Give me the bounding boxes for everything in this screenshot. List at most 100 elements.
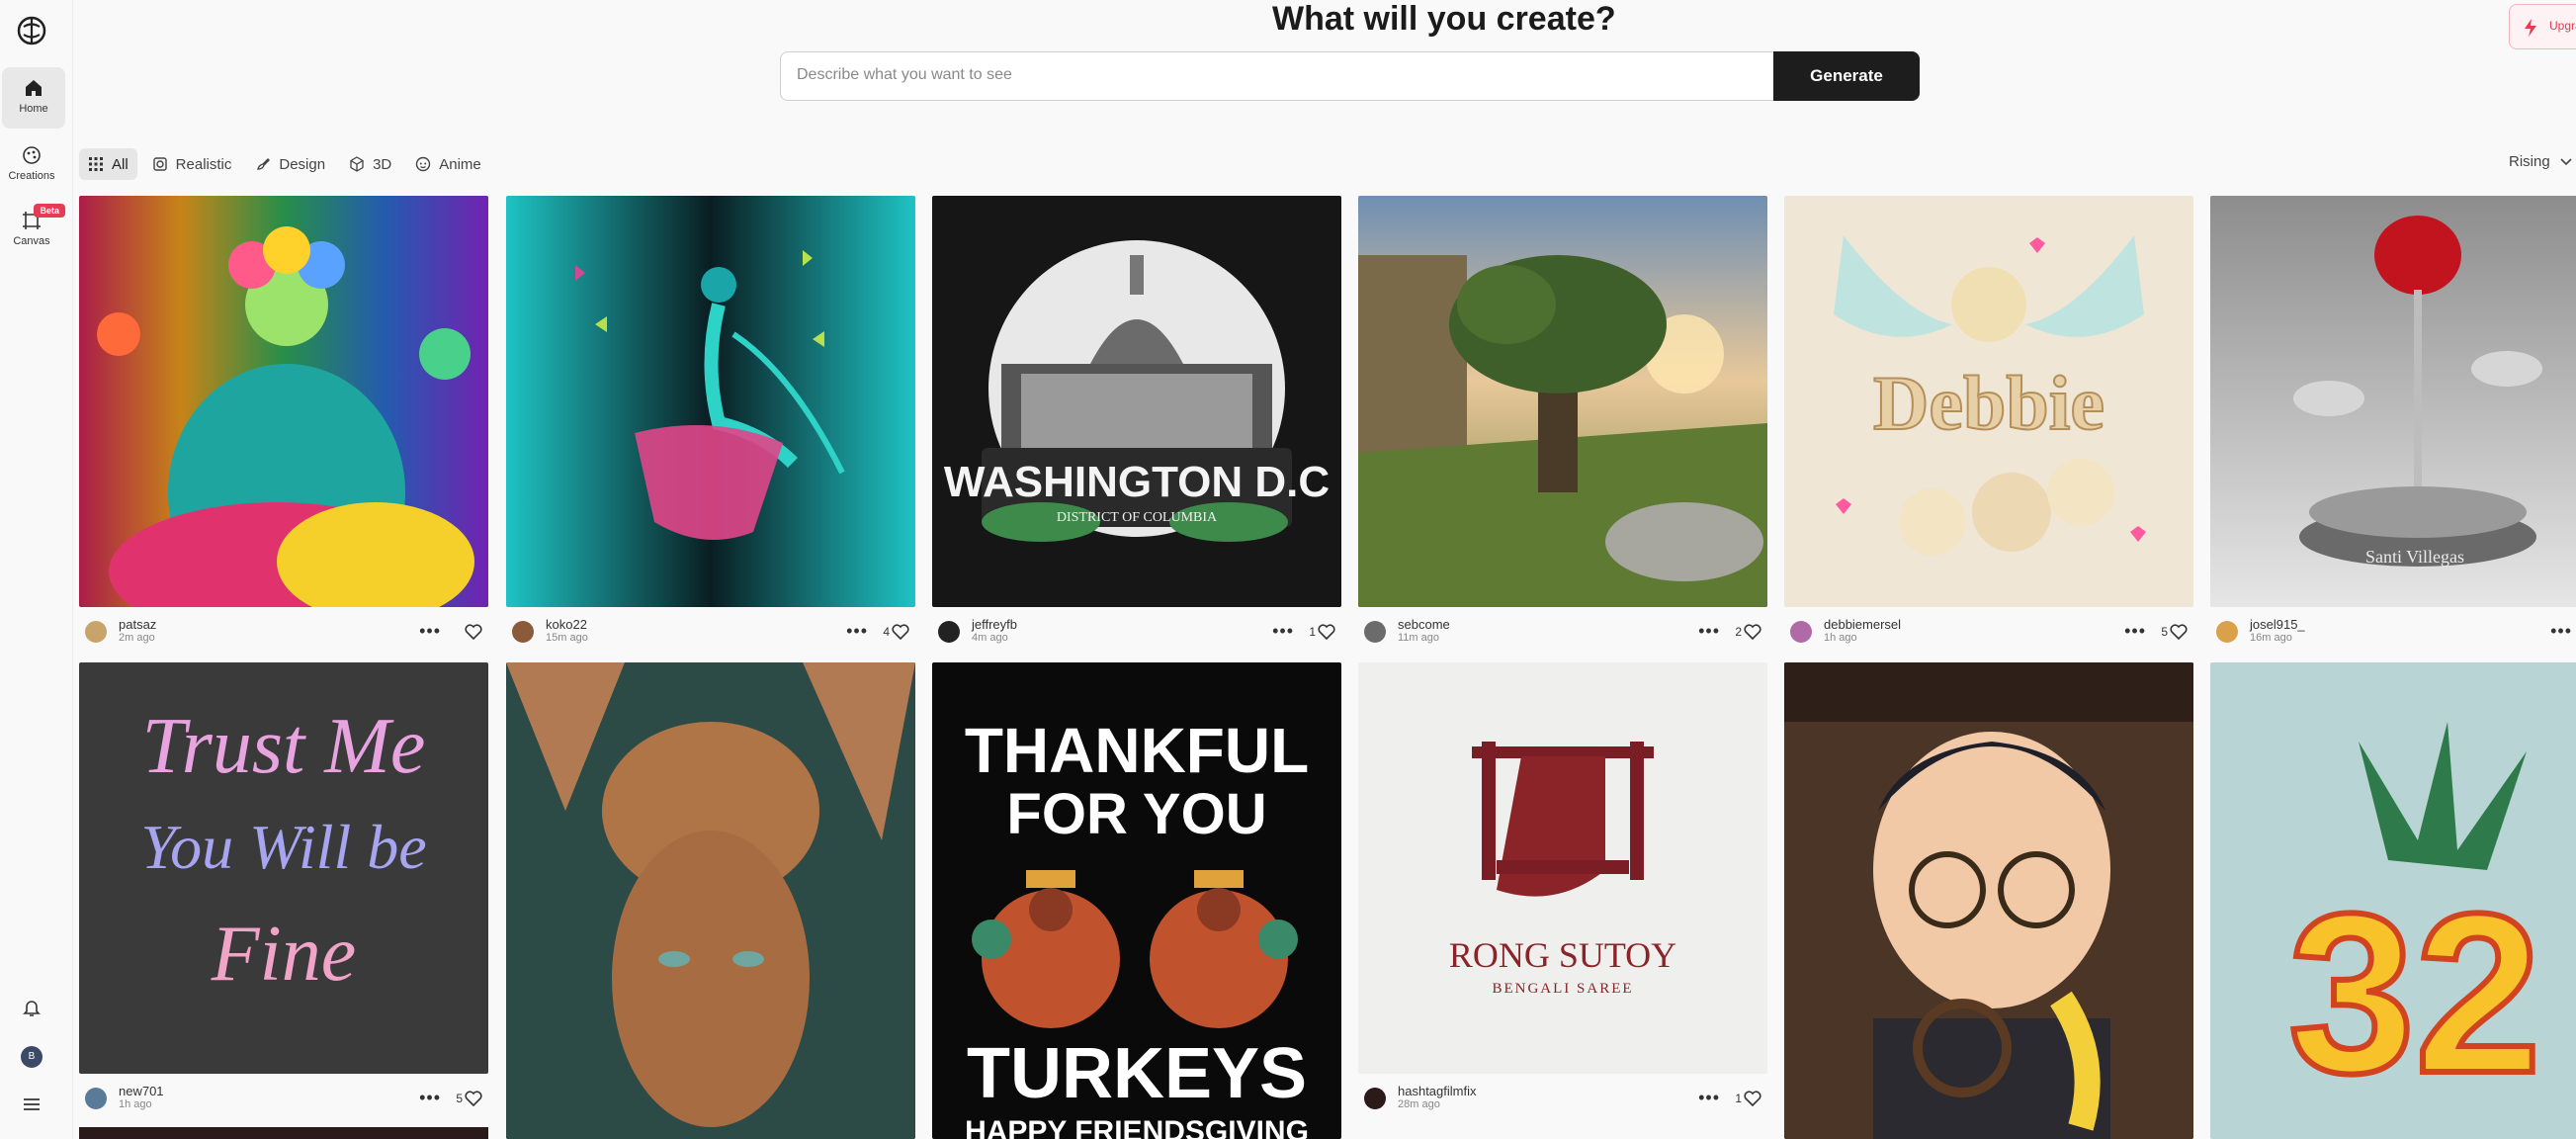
washington-title-text: WASHINGTON D.C bbox=[943, 458, 1331, 506]
heart-icon[interactable] bbox=[892, 624, 909, 640]
like-count: 5 bbox=[456, 1092, 463, 1105]
more-options-icon[interactable]: ••• bbox=[1698, 621, 1720, 642]
image-copper-bust[interactable] bbox=[506, 662, 915, 1139]
more-options-icon[interactable]: ••• bbox=[419, 621, 441, 642]
filter-chip-label: Anime bbox=[439, 155, 481, 173]
heart-icon[interactable] bbox=[1318, 624, 1335, 640]
debbie-text: Debbie bbox=[1872, 359, 2105, 447]
card-meta: hashtagfilmfix 28m ago ••• 1 bbox=[1358, 1084, 1767, 1113]
heart-icon[interactable] bbox=[1744, 1091, 1761, 1106]
image-washington-dc[interactable]: WASHINGTON D.C DISTRICT OF COLUMBIA bbox=[932, 196, 1341, 607]
brand-logo-icon[interactable] bbox=[15, 14, 48, 47]
heart-icon[interactable] bbox=[465, 624, 482, 640]
sidebar-item-home[interactable]: Home bbox=[2, 67, 65, 129]
like-count: 2 bbox=[1735, 625, 1742, 639]
thankful-line-1: THANKFUL bbox=[964, 715, 1310, 786]
menu-icon[interactable] bbox=[0, 1094, 63, 1120]
prompt-input[interactable] bbox=[797, 66, 1785, 84]
username-link[interactable]: jeffreyfb bbox=[972, 617, 1017, 632]
washington-subtitle-text: DISTRICT OF COLUMBIA bbox=[1056, 510, 1218, 525]
page-title: What will you create? bbox=[1272, 0, 1616, 38]
filter-chip-3d[interactable]: 3D bbox=[340, 148, 400, 180]
upgrade-button[interactable]: Upgrade bbox=[2509, 4, 2576, 49]
avatar[interactable] bbox=[938, 621, 960, 643]
sidebar-item-label: Home bbox=[19, 103, 48, 115]
rose-base-text: Santi Villegas bbox=[2364, 547, 2465, 567]
image-3d-detective[interactable] bbox=[1784, 662, 2193, 1139]
sort-dropdown[interactable]: Rising bbox=[2509, 153, 2572, 170]
trust-line-1: Trust Me bbox=[141, 703, 426, 790]
trust-line-2: You Will be bbox=[140, 812, 427, 882]
like-count: 1 bbox=[1309, 625, 1316, 639]
avatar[interactable] bbox=[1790, 621, 1812, 643]
image-trust-me-lettering[interactable]: Trust Me You Will be Fine bbox=[79, 662, 488, 1074]
timestamp: 1h ago bbox=[1824, 632, 1857, 644]
photo-icon bbox=[152, 157, 167, 171]
thankful-line-2: FOR YOU bbox=[1006, 782, 1267, 846]
more-options-icon[interactable]: ••• bbox=[1698, 1088, 1720, 1108]
avatar[interactable] bbox=[2216, 621, 2238, 643]
image-landscape-tree[interactable] bbox=[1358, 196, 1767, 607]
timestamp: 15m ago bbox=[546, 632, 588, 644]
chevron-down-icon bbox=[2560, 157, 2572, 165]
more-options-icon[interactable]: ••• bbox=[846, 621, 868, 642]
avatar[interactable] bbox=[512, 621, 534, 643]
avatar[interactable] bbox=[85, 1088, 107, 1109]
username-link[interactable]: koko22 bbox=[546, 617, 587, 632]
timestamp: 2m ago bbox=[119, 632, 155, 644]
filter-chip-anime[interactable]: Anime bbox=[406, 148, 490, 180]
trust-line-3: Fine bbox=[211, 911, 357, 998]
timestamp: 11m ago bbox=[1398, 632, 1439, 644]
rong-subtitle-text: BENGALI SAREE bbox=[1492, 981, 1634, 997]
filter-chip-label: Realistic bbox=[175, 155, 232, 173]
avatar[interactable] bbox=[1364, 621, 1386, 643]
filter-chip-all[interactable]: All bbox=[79, 148, 137, 180]
user-avatar[interactable]: B bbox=[0, 1046, 63, 1068]
heart-icon[interactable] bbox=[465, 1091, 482, 1106]
like-count: 1 bbox=[1735, 1092, 1742, 1105]
more-options-icon[interactable]: ••• bbox=[2124, 621, 2146, 642]
username-link[interactable]: josel915_ bbox=[2250, 617, 2305, 632]
image-rong-sutoy-logo[interactable]: RONG SUTOY BENGALI SAREE bbox=[1358, 662, 1767, 1074]
image-debbie-roses[interactable]: Debbie bbox=[1784, 196, 2193, 607]
avatar[interactable] bbox=[85, 621, 107, 643]
username-link[interactable]: new701 bbox=[119, 1084, 164, 1098]
card-meta: patsaz 2m ago ••• bbox=[79, 617, 488, 647]
home-icon bbox=[26, 80, 42, 96]
image-colorful-bride[interactable] bbox=[79, 196, 488, 607]
grid-icon bbox=[89, 157, 103, 171]
avatar[interactable] bbox=[1364, 1088, 1386, 1109]
style-filter-bar: All Realistic Design 3D Anime bbox=[79, 148, 490, 180]
filter-chip-realistic[interactable]: Realistic bbox=[143, 148, 241, 180]
card-meta: jeffreyfb 4m ago ••• 1 bbox=[932, 617, 1341, 647]
username-link[interactable]: sebcome bbox=[1398, 617, 1450, 632]
page-title-row: What will you create? bbox=[73, 0, 2576, 40]
notifications-bell-icon[interactable] bbox=[0, 997, 63, 1023]
username-link[interactable]: patsaz bbox=[119, 617, 156, 632]
heart-icon[interactable] bbox=[1744, 624, 1761, 640]
beta-badge: Beta bbox=[34, 204, 65, 218]
heart-icon[interactable] bbox=[2170, 624, 2188, 640]
image-silver-rose[interactable]: Santi Villegas bbox=[2210, 196, 2576, 607]
username-link[interactable]: debbiemersel bbox=[1824, 617, 1901, 632]
username-link[interactable]: hashtagfilmfix bbox=[1398, 1084, 1476, 1098]
sort-label: Rising bbox=[2509, 153, 2550, 170]
more-options-icon[interactable]: ••• bbox=[419, 1088, 441, 1108]
generate-button[interactable]: Generate bbox=[1773, 51, 1920, 101]
image-number-32[interactable]: 32 bbox=[2210, 662, 2576, 1139]
more-options-icon[interactable]: ••• bbox=[2550, 621, 2572, 642]
sidebar: Home Creations Beta Canvas B bbox=[0, 0, 73, 1139]
like-count: 4 bbox=[883, 625, 890, 639]
sidebar-item-creations[interactable]: Creations bbox=[0, 144, 63, 182]
avatar-initial: B bbox=[21, 1046, 43, 1068]
rong-title-text: RONG SUTOY bbox=[1448, 935, 1677, 975]
image-neon-dancer[interactable] bbox=[506, 196, 915, 607]
cube-icon bbox=[350, 156, 364, 172]
more-options-icon[interactable]: ••• bbox=[1272, 621, 1294, 642]
brush-icon bbox=[257, 158, 271, 170]
sidebar-item-label: Creations bbox=[8, 170, 55, 182]
sidebar-item-canvas[interactable]: Beta Canvas bbox=[0, 204, 65, 247]
image-thankful-turkeys[interactable]: THANKFUL FOR YOU TURKEYS HAPPY FRIENDSGI… bbox=[932, 662, 1341, 1139]
filter-chip-design[interactable]: Design bbox=[246, 148, 334, 180]
prompt-search-bar: Generate bbox=[780, 51, 1920, 101]
